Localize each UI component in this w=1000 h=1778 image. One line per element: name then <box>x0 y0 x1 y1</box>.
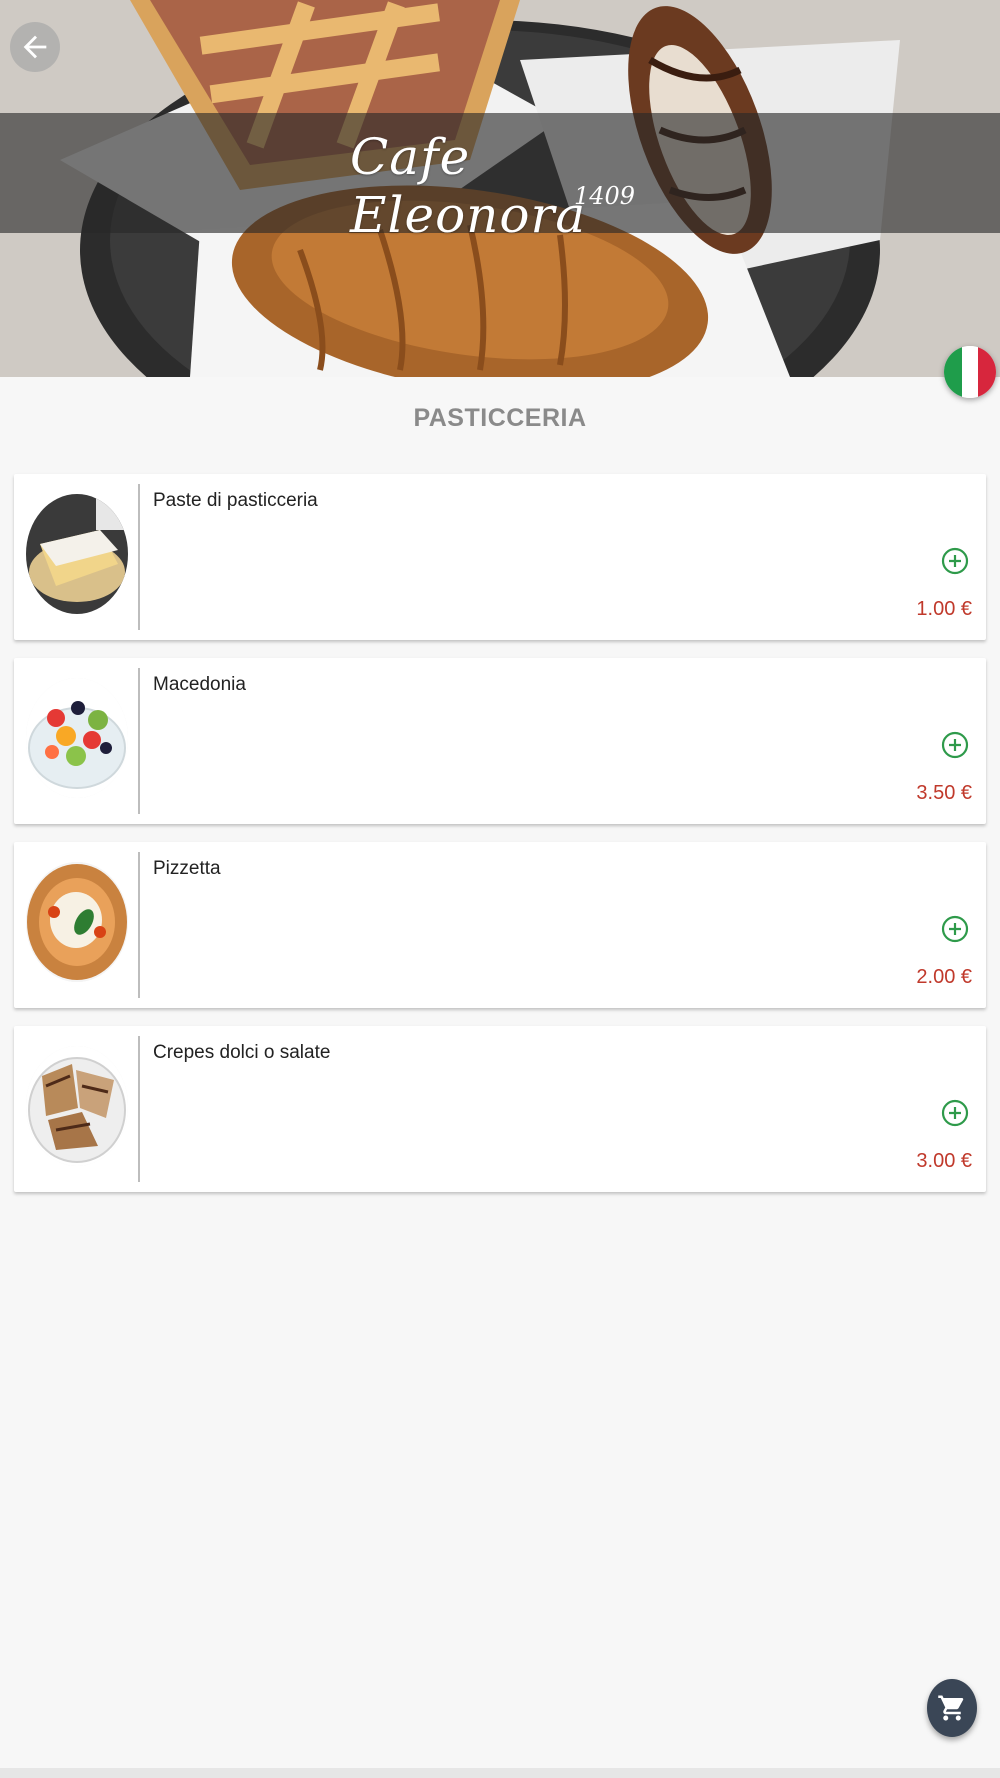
italy-flag-icon <box>944 346 996 398</box>
arrow-left-icon <box>23 35 47 59</box>
cart-button[interactable] <box>927 1679 977 1737</box>
product-card[interactable]: Pizzetta 2.00 € <box>14 842 986 1008</box>
hero-banner: Cafe Eleonora 1409 <box>0 0 1000 377</box>
product-name: Paste di pasticceria <box>153 490 318 511</box>
plus-circle-icon <box>941 1099 969 1127</box>
card-divider <box>138 668 140 814</box>
product-card[interactable]: Macedonia 3.50 € <box>14 658 986 824</box>
product-image <box>26 678 128 798</box>
add-to-cart-button[interactable] <box>940 914 970 944</box>
plus-circle-icon <box>941 547 969 575</box>
bottom-edge <box>0 1768 1000 1778</box>
product-card[interactable]: Paste di pasticceria 1.00 € <box>14 474 986 640</box>
add-to-cart-button[interactable] <box>940 730 970 760</box>
product-name: Pizzetta <box>153 858 221 879</box>
back-button[interactable] <box>10 22 60 72</box>
product-image <box>26 494 128 614</box>
section-title: PASTICCERIA <box>413 404 587 432</box>
add-to-cart-button[interactable] <box>940 1098 970 1128</box>
product-price: 3.50 € <box>916 782 972 804</box>
product-price: 1.00 € <box>916 598 972 620</box>
product-list: Paste di pasticceria 1.00 € Macedonia 3.… <box>14 474 986 1210</box>
card-divider <box>138 484 140 630</box>
product-name: Macedonia <box>153 674 246 695</box>
product-price: 2.00 € <box>916 966 972 988</box>
brand-logo: Cafe Eleonora <box>350 128 587 244</box>
language-button[interactable] <box>944 346 996 398</box>
product-name: Crepes dolci o salate <box>153 1042 331 1063</box>
card-divider <box>138 1036 140 1182</box>
shopping-cart-icon <box>938 1695 964 1721</box>
brand-year: 1409 <box>574 182 636 210</box>
product-image <box>26 1046 128 1166</box>
add-to-cart-button[interactable] <box>940 546 970 576</box>
product-image <box>26 862 128 982</box>
card-divider <box>138 852 140 998</box>
product-price: 3.00 € <box>916 1150 972 1172</box>
product-card[interactable]: Crepes dolci o salate 3.00 € <box>14 1026 986 1192</box>
plus-circle-icon <box>941 731 969 759</box>
plus-circle-icon <box>941 915 969 943</box>
